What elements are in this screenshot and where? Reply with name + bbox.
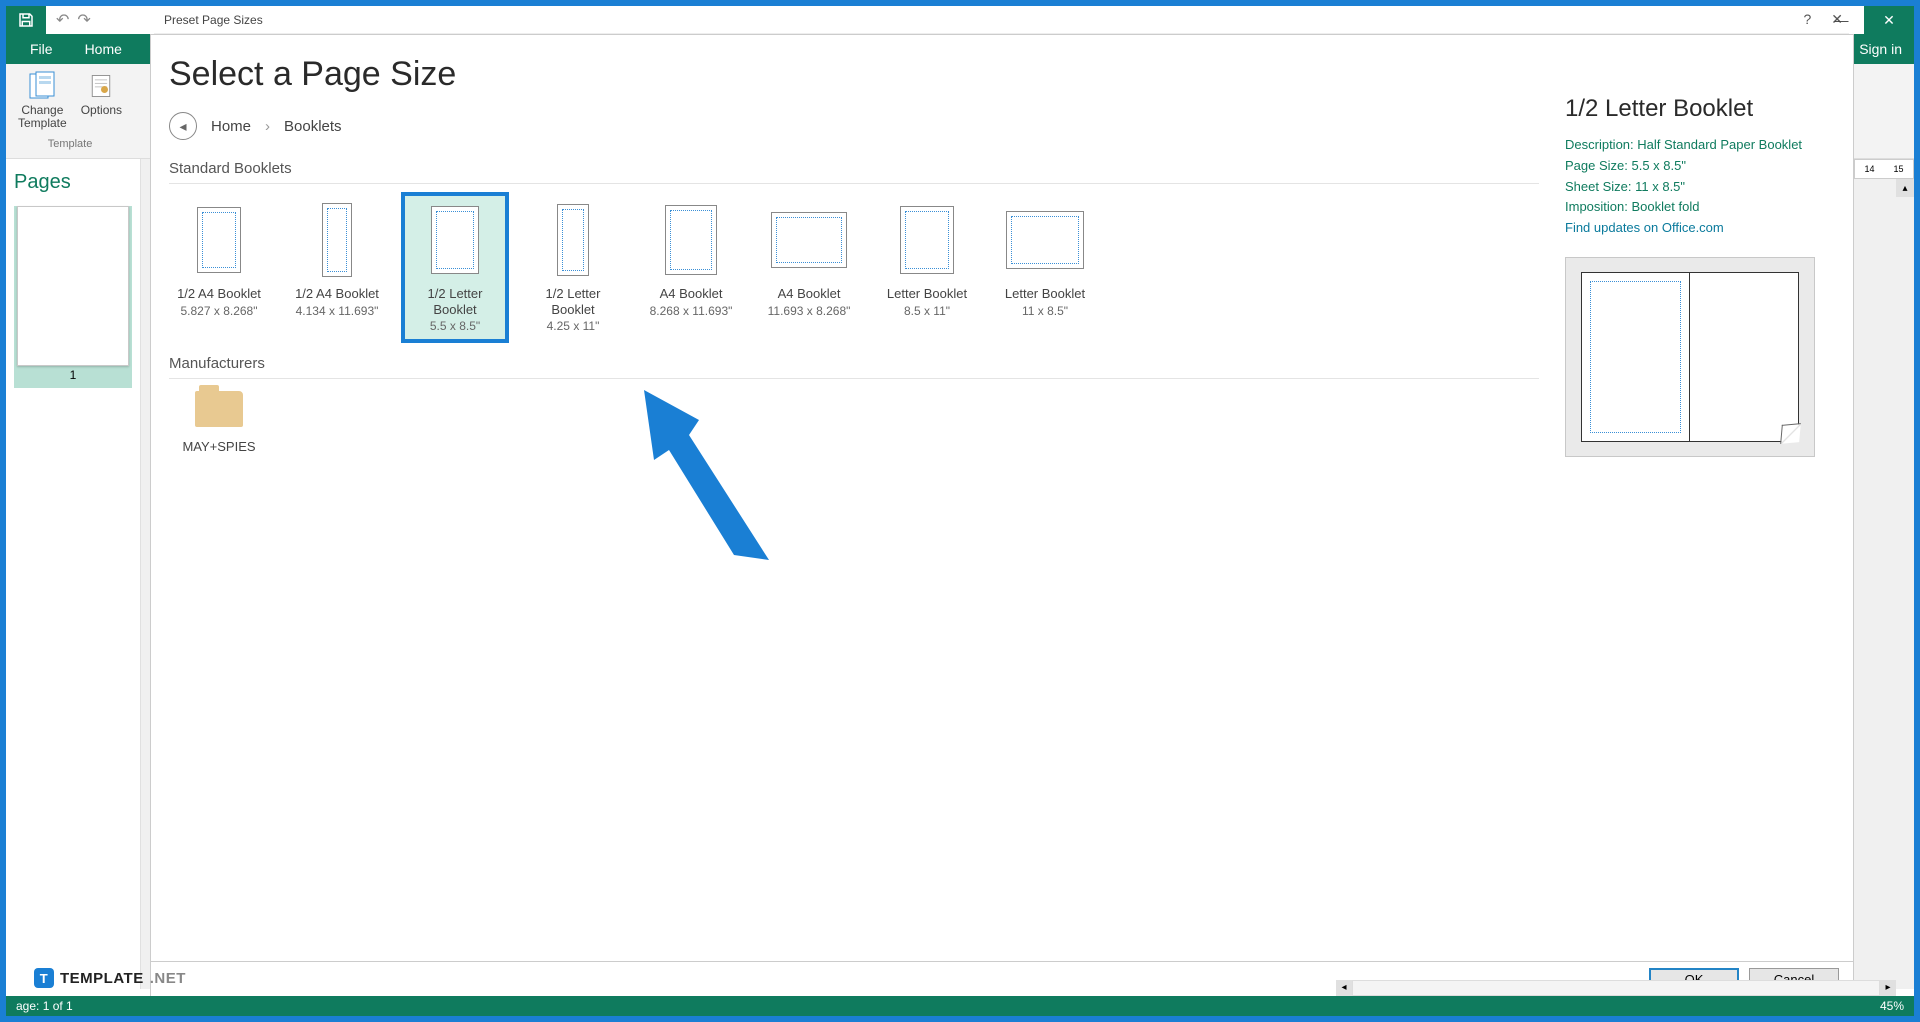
horizontal-scrollbar[interactable]: ◂ ▸ [1336,979,1896,996]
vertical-scrollbar[interactable]: ▴ [1896,179,1914,989]
undo-icon[interactable]: ↶ [56,10,69,30]
booklet-dimensions: 11.693 x 8.268" [768,304,851,318]
template-badge-icon: T [34,968,54,988]
details-title: 1/2 Letter Booklet [1565,95,1839,123]
status-zoom: 45% [1880,999,1904,1013]
dialog-window-title: Preset Page Sizes [164,13,263,27]
booklet-page-icon [322,202,352,278]
template-icon [26,70,58,102]
ribbon-group-template-label: Template [48,138,93,150]
page-thumbnail[interactable]: 1 [14,206,132,388]
booklet-item[interactable]: 1/2 A4 Booklet 4.134 x 11.693" [287,196,387,339]
booklet-name: A4 Booklet [778,286,841,302]
booklet-page-icon [431,202,479,278]
office-updates-link[interactable]: Find updates on Office.com [1565,220,1724,235]
dialog-title: Select a Page Size [169,55,1539,94]
booklet-item[interactable]: Letter Booklet 8.5 x 11" [877,196,977,339]
booklet-item[interactable]: A4 Booklet 8.268 x 11.693" [641,196,741,339]
booklet-name: 1/2 A4 Booklet [295,286,379,302]
change-template-button[interactable]: Change Template [14,70,71,130]
tab-file[interactable]: File [14,34,69,64]
booklet-page-icon [771,202,847,278]
options-button[interactable]: Options [77,70,126,130]
booklet-name: A4 Booklet [660,286,723,302]
pages-panel-title: Pages [14,167,132,206]
page-thumbnail-number: 1 [14,366,132,384]
folder-icon [195,391,243,427]
booklet-item[interactable]: 1/2 Letter Booklet 5.5 x 8.5" [405,196,505,339]
minimize-icon[interactable]: — [1819,6,1864,34]
redo-icon[interactable]: ↷ [77,10,90,30]
booklet-name: 1/2 Letter Booklet [407,286,503,317]
tab-home[interactable]: Home [69,34,138,64]
options-icon [85,70,117,102]
section-manufacturers: Manufacturers [169,349,1539,379]
app-close-icon[interactable]: ✕ [1864,6,1914,34]
scroll-left-icon[interactable]: ◂ [1336,980,1352,996]
dialog-details-panel: 1/2 Letter Booklet Description: Half Sta… [1559,55,1839,951]
booklet-dimensions: 8.5 x 11" [904,304,950,318]
page-size-dialog: Select a Page Size ◂ Home › Booklets Sta… [150,34,1854,998]
status-page: age: 1 of 1 [16,999,73,1013]
booklet-item[interactable]: Letter Booklet 11 x 8.5" [995,196,1095,339]
section-standard-booklets: Standard Booklets [169,154,1539,184]
chevron-right-icon: › [265,118,270,135]
watermark: T TEMPLATE.NET [34,968,186,988]
back-button[interactable]: ◂ [169,112,197,140]
options-label: Options [81,104,122,117]
booklet-item[interactable]: A4 Booklet 11.693 x 8.268" [759,196,859,339]
scroll-up-icon[interactable]: ▴ [1896,179,1914,197]
booklet-dimensions: 8.268 x 11.693" [650,304,733,318]
horizontal-ruler: 14 15 [1854,159,1914,179]
booklet-name: Letter Booklet [1005,286,1085,302]
booklet-page-icon [557,202,589,278]
pages-panel: Pages 1 [6,159,141,989]
help-icon[interactable]: ? [1803,11,1811,28]
booklet-dimensions: 5.5 x 8.5" [430,319,480,333]
manufacturer-folder[interactable]: MAY+SPIES [169,391,269,454]
booklet-page-icon [665,202,717,278]
preview-box [1565,257,1815,457]
breadcrumb: ◂ Home › Booklets [169,112,1539,140]
manufacturer-name: MAY+SPIES [182,439,255,454]
status-bar: age: 1 of 1 45% [6,996,1914,1016]
booklet-page-icon [197,202,241,278]
booklet-page-icon [1006,202,1084,278]
annotation-arrow-icon [639,385,789,570]
change-template-label: Change Template [18,104,67,130]
app-window: ↶ ↷ Preset Page Sizes ? ✕ — ✕ File Home … [6,6,1914,1016]
chevron-left-icon: ◂ [179,118,186,135]
booklet-name: 1/2 A4 Booklet [177,286,261,302]
booklet-dimensions: 4.25 x 11" [547,319,600,333]
sign-in-link[interactable]: Sign in [1859,41,1902,57]
booklet-page-icon [900,202,954,278]
booklet-item[interactable]: 1/2 Letter Booklet 4.25 x 11" [523,196,623,339]
booklet-dimensions: 4.134 x 11.693" [296,304,379,318]
scroll-right-icon[interactable]: ▸ [1880,980,1896,996]
booklet-dimensions: 5.827 x 8.268" [181,304,258,318]
breadcrumb-home[interactable]: Home [211,118,251,135]
dialog-titlebar: Preset Page Sizes ? ✕ [154,6,1849,34]
booklet-name: Letter Booklet [887,286,967,302]
booklet-dimensions: 11 x 8.5" [1022,304,1068,318]
booklet-grid: 1/2 A4 Booklet5.827 x 8.268"1/2 A4 Bookl… [169,196,1539,339]
booklet-name: 1/2 Letter Booklet [525,286,621,317]
breadcrumb-current: Booklets [284,118,342,135]
booklet-item[interactable]: 1/2 A4 Booklet 5.827 x 8.268" [169,196,269,339]
save-icon[interactable] [6,6,46,34]
